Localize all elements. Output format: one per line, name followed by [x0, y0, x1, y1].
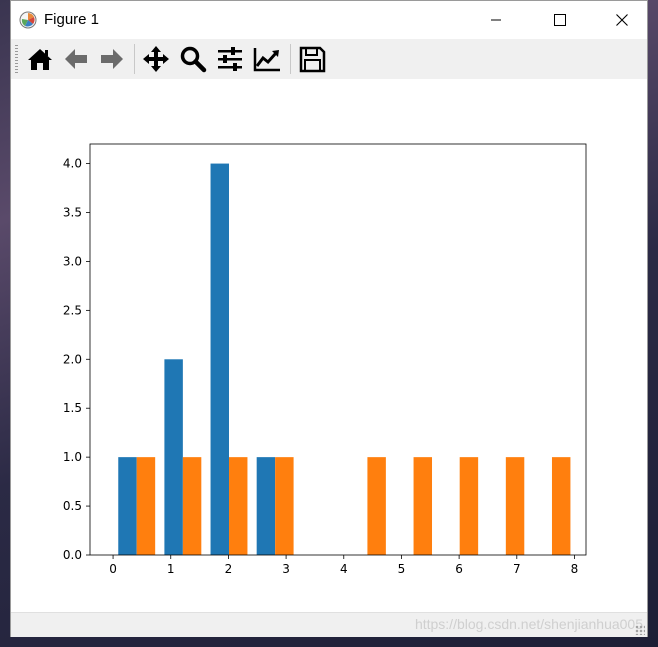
bar-chart: 0 1 2 3 4 5 6 7 8 0.0 0.5 1.0 1.5 2.0 2.5 3.0 3.5 4.0 [63, 143, 587, 576]
subplots-button[interactable] [214, 43, 246, 75]
figure-canvas[interactable]: 0 1 2 3 4 5 6 7 8 0.0 0.5 1.0 1.5 2.0 2.5 3.0 3.5 4.0 [11, 79, 647, 612]
bar-series-2 [367, 457, 386, 555]
x-tick-label: 1 [167, 562, 175, 576]
sliders-icon [218, 47, 242, 71]
close-icon [616, 14, 628, 26]
resize-grip-icon[interactable] [635, 625, 645, 635]
figure-window: Figure 1 0 1 2 3 4 5 6 7 8 0.0 0.5 1.0 1… [10, 0, 648, 637]
pan-button[interactable] [140, 43, 172, 75]
trend-chart-icon [253, 48, 280, 72]
x-tick-label: 8 [571, 562, 579, 576]
zoom-button[interactable] [177, 43, 209, 75]
maximize-button[interactable] [537, 1, 583, 39]
x-tick-label: 3 [282, 562, 290, 576]
close-button[interactable] [599, 1, 645, 39]
toolbar-separator [290, 44, 291, 74]
bar-series-2 [551, 457, 571, 555]
window-title: Figure 1 [44, 11, 100, 28]
y-tick-label: 4.0 [63, 157, 82, 171]
arrow-left-icon [65, 49, 87, 69]
bar-series-2 [182, 457, 202, 555]
y-tick-label: 0.0 [63, 548, 82, 562]
minimize-icon [491, 19, 501, 21]
toolbar-grip[interactable] [15, 45, 18, 73]
minimize-button[interactable] [473, 1, 519, 39]
y-tick-label: 2.5 [63, 303, 82, 317]
save-button[interactable] [296, 43, 328, 75]
arrow-right-icon [101, 49, 123, 69]
x-tick-label: 4 [340, 562, 348, 576]
move-icon [143, 46, 169, 72]
x-tick-label: 2 [225, 562, 233, 576]
bar-series-1 [118, 457, 137, 555]
bar-series-2 [459, 457, 479, 555]
toolbar-separator [134, 44, 135, 74]
navigation-toolbar [11, 39, 647, 80]
status-bar: https://blog.csdn.net/shenjianhua005 [11, 612, 647, 637]
bar-series-1 [210, 163, 229, 556]
watermark-text: https://blog.csdn.net/shenjianhua005 [414, 616, 643, 632]
y-tick-label: 0.5 [63, 499, 82, 513]
floppy-disk-icon [299, 46, 326, 73]
back-button[interactable] [60, 43, 92, 75]
maximize-icon [554, 14, 566, 26]
bar-series-2 [136, 457, 156, 555]
bar-series-2 [413, 457, 433, 555]
x-tick-label: 7 [513, 562, 521, 576]
y-tick-label: 1.0 [63, 450, 82, 464]
bar-series-2 [228, 457, 248, 555]
y-tick-label: 1.5 [63, 401, 82, 415]
title-bar[interactable]: Figure 1 [11, 1, 647, 39]
y-tick-label: 2.0 [63, 352, 82, 366]
matplotlib-logo-icon [19, 11, 37, 29]
y-tick-label: 3.0 [63, 254, 82, 268]
x-tick-label: 6 [455, 562, 463, 576]
home-button[interactable] [24, 43, 56, 75]
bar-series-2 [275, 457, 294, 555]
home-icon [28, 49, 52, 70]
bar-series-1 [256, 457, 276, 555]
bar-series-1 [164, 359, 183, 555]
magnifier-icon [180, 46, 207, 73]
x-tick-label: 5 [398, 562, 406, 576]
forward-button[interactable] [96, 43, 128, 75]
x-tick-label: 0 [109, 562, 117, 576]
y-tick-label: 3.5 [63, 206, 82, 220]
edit-axes-button[interactable] [251, 43, 283, 75]
bar-series-2 [505, 457, 525, 555]
